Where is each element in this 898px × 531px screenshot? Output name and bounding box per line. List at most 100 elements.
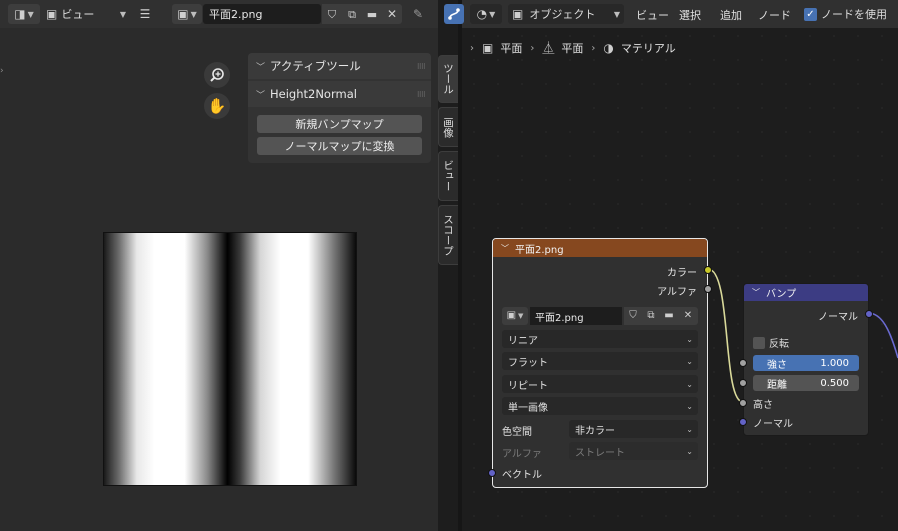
output-alpha-label: アルファ: [657, 287, 697, 298]
panel-header-active-tool[interactable]: ﹀ アクティブツール ⠿⠿: [248, 53, 431, 79]
pin-icon[interactable]: ✎: [408, 4, 428, 24]
chevron-right-icon: ›: [530, 42, 535, 54]
image-icon: ▣: [46, 7, 58, 21]
object-icon: ▣: [512, 7, 524, 21]
input-normal-socket[interactable]: [739, 418, 747, 426]
duplicate-icon[interactable]: ⧉: [642, 307, 660, 325]
extension-dropdown[interactable]: リピート ⌄: [502, 375, 698, 393]
menu-add[interactable]: 追加: [720, 7, 742, 23]
bump-node[interactable]: ﹀ バンプ ノーマル 反転 強さ 1.000 距離 0.500 高さ ノーマル: [739, 283, 873, 436]
material-sphere-icon: ◔: [476, 7, 488, 21]
duplicate-icon[interactable]: ⧉: [342, 4, 362, 24]
image-editor-header: ◨ ▼ ▣ ビュー ▼ ☰ ▣ ▼ 平面2.png ⛉ ⧉ ▬ ✕ ✎: [0, 0, 438, 28]
hamburger-menu-icon[interactable]: ☰: [136, 4, 154, 24]
color-space-dropdown[interactable]: 非カラー ⌄: [569, 420, 698, 438]
output-color-socket[interactable]: [704, 266, 712, 274]
tab-view[interactable]: ビュー: [438, 151, 458, 201]
output-normal-label: ノーマル: [818, 312, 858, 323]
tab-image[interactable]: 画像: [438, 107, 458, 147]
fake-user-shield-icon[interactable]: ⛉: [322, 4, 342, 24]
panel-header-height2normal[interactable]: ﹀ Height2Normal ⠿⠿: [248, 81, 431, 107]
invert-label: 反転: [769, 339, 789, 350]
input-normal-label: ノーマル: [753, 419, 793, 430]
chevron-down-icon[interactable]: ﹀: [752, 287, 760, 298]
input-height-label: 高さ: [753, 400, 773, 411]
checkbox-unchecked-icon[interactable]: [753, 336, 765, 349]
node-header[interactable]: ﹀ 平面2.png: [493, 239, 707, 257]
node-title: バンプ: [766, 289, 797, 300]
chevron-down-icon: ▼: [119, 9, 126, 19]
hand-pan-icon[interactable]: ✋: [204, 93, 230, 119]
menu-select[interactable]: 選択: [679, 7, 701, 23]
sidebar-panel: ﹀ アクティブツール ⠿⠿ ﹀ Height2Normal ⠿⠿ 新規バンプマッ…: [248, 53, 431, 163]
distance-slider[interactable]: 距離 0.500: [753, 375, 859, 391]
image-selector: ▣ ▼ 平面2.png ⛉ ⧉ ▬ ✕: [502, 307, 698, 325]
output-normal-socket[interactable]: [865, 310, 873, 318]
output-color-label: カラー: [667, 268, 697, 279]
chevron-down-icon: ﹀: [256, 62, 266, 73]
input-strength-socket[interactable]: [739, 359, 747, 367]
node-title: 平面2.png: [515, 244, 564, 256]
link-color-to-height: [707, 268, 744, 403]
close-icon[interactable]: ✕: [382, 4, 402, 24]
strength-slider[interactable]: 強さ 1.000: [753, 355, 859, 371]
image-editor-icon: ◨: [14, 7, 26, 21]
breadcrumb: › ▣ 平面 › ⏅ 平面 › ◑ マテリアル: [462, 38, 676, 58]
use-nodes-toggle[interactable]: ✓ ノードを使用: [804, 6, 887, 22]
chevron-down-icon[interactable]: ﹀: [501, 243, 509, 254]
source-dropdown[interactable]: 単一画像 ⌄: [502, 397, 698, 415]
breadcrumb-mesh: ⏅ 平面: [542, 41, 584, 55]
browse-image-button[interactable]: ▣ ▼: [172, 4, 202, 24]
browse-image-button[interactable]: ▣ ▼: [502, 307, 528, 325]
editor-type-button[interactable]: ◨ ▼: [8, 4, 40, 24]
mesh-icon: ⏅: [542, 41, 555, 55]
drag-grip-icon[interactable]: ⠿⠿: [417, 91, 426, 99]
drag-grip-icon[interactable]: ⠿⠿: [417, 63, 426, 71]
projection-dropdown[interactable]: フラット ⌄: [502, 352, 698, 370]
invert-checkbox[interactable]: 反転: [753, 335, 789, 350]
node-editor-type-icon[interactable]: [444, 4, 464, 24]
panel-title: Height2Normal: [270, 87, 357, 101]
convert-to-normal-map-button[interactable]: ノーマルマップに変換: [257, 137, 422, 155]
output-alpha-socket[interactable]: [704, 285, 712, 293]
chevron-down-icon: ▼: [27, 9, 34, 19]
checkbox-checked-icon[interactable]: ✓: [804, 7, 817, 21]
material-icon: ◑: [603, 41, 614, 55]
tab-tool[interactable]: ツール: [438, 55, 458, 103]
fake-user-shield-icon[interactable]: ⛉: [624, 307, 642, 325]
input-vector-socket[interactable]: [488, 469, 496, 477]
folder-icon[interactable]: ▬: [362, 4, 382, 24]
input-distance-socket[interactable]: [739, 379, 747, 387]
folder-icon[interactable]: ▬: [660, 307, 678, 325]
chevron-down-icon: ⌄: [686, 446, 693, 456]
use-nodes-label: ノードを使用: [821, 8, 887, 21]
tab-scopes[interactable]: スコープ: [438, 205, 458, 265]
image-canvas[interactable]: [103, 232, 357, 486]
view-mode-dropdown[interactable]: ▣ ビュー ▼: [46, 4, 128, 24]
image-icon: ▣: [177, 7, 189, 21]
menu-view[interactable]: ビュー: [636, 7, 669, 23]
color-space-label: 色空間: [502, 427, 532, 438]
alpha-mode-label: アルファ: [502, 449, 542, 460]
chevron-right-icon: ›: [470, 42, 474, 54]
interpolation-dropdown[interactable]: リニア ⌄: [502, 330, 698, 348]
menu-node[interactable]: ノード: [758, 7, 791, 23]
input-height-socket[interactable]: [739, 399, 747, 407]
image-name-field[interactable]: 平面2.png: [203, 4, 321, 24]
new-bump-map-button[interactable]: 新規バンプマップ: [257, 115, 422, 133]
close-icon[interactable]: ✕: [678, 307, 698, 325]
shader-type-dropdown[interactable]: ◔ ▼: [470, 4, 502, 24]
image-texture-node[interactable]: ﹀ 平面2.png カラー アルファ ▣ ▼ 平面2.png ⛉ ⧉ ▬ ✕ リニ…: [488, 238, 712, 488]
toolbar-expand-arrow-icon[interactable]: ›: [0, 66, 4, 76]
chevron-down-icon: ⌄: [686, 424, 693, 434]
link-normal-out: [867, 312, 898, 359]
zoom-icon[interactable]: [204, 62, 230, 88]
image-name-field[interactable]: 平面2.png: [530, 307, 622, 325]
chevron-down-icon: ▼: [613, 9, 620, 19]
node-header[interactable]: ﹀ バンプ: [744, 284, 868, 301]
node-editor[interactable]: ◔ ▼ ▣ オブジェクト ▼ ビュー 選択 追加 ノード ✓ ノードを使用 › ▣…: [444, 0, 898, 531]
chevron-right-icon: ›: [591, 42, 596, 54]
breadcrumb-object: ▣ 平面: [482, 41, 523, 55]
chevron-down-icon: ▼: [489, 9, 496, 19]
object-shader-dropdown[interactable]: ▣ オブジェクト ▼: [508, 4, 624, 24]
